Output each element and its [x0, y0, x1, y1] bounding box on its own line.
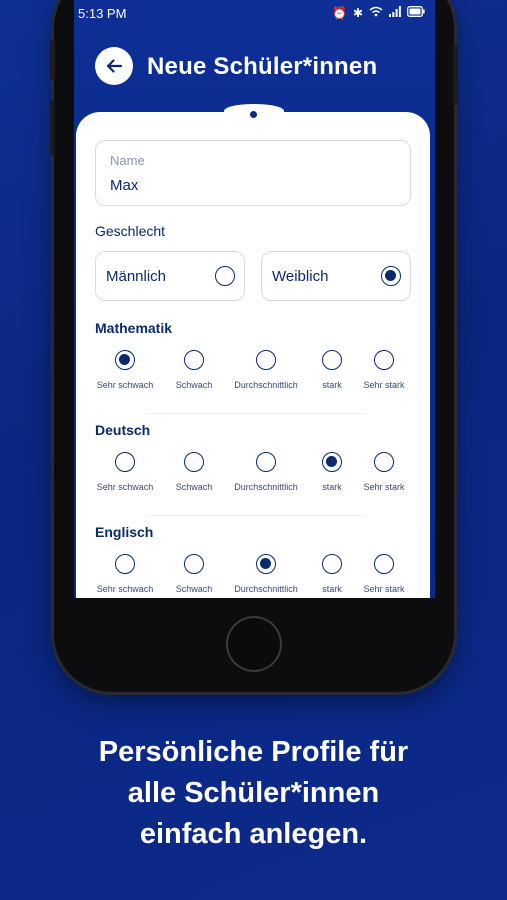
- gender-option-female[interactable]: Weiblich: [261, 251, 411, 301]
- battery-icon: [407, 6, 425, 20]
- form-card: Name Max Geschlecht Männlich Weiblich Ma…: [76, 104, 430, 598]
- rating-radio[interactable]: [374, 554, 394, 574]
- rating-option-label: Sehr stark: [363, 380, 405, 390]
- name-field[interactable]: Name Max: [95, 140, 411, 206]
- rating-radio[interactable]: [374, 452, 394, 472]
- marketing-caption: Persönliche Profile für alle Schüler*inn…: [0, 732, 507, 855]
- radio-male[interactable]: [215, 266, 235, 286]
- signal-icon: [389, 6, 401, 20]
- rating-option-label: Sehr stark: [363, 482, 405, 492]
- gender-label: Geschlecht: [95, 223, 166, 239]
- radio-female[interactable]: [381, 266, 401, 286]
- caption-line: alle Schüler*innen: [127, 777, 380, 809]
- status-time: 5:13 PM: [78, 6, 127, 21]
- rating-radio[interactable]: [115, 554, 135, 574]
- page-title: Neue Schüler*innen: [147, 53, 378, 80]
- gender-option-label: Weiblich: [272, 268, 329, 285]
- wifi-icon: [369, 6, 383, 20]
- notch-dot: [250, 111, 257, 118]
- subject-label: Englisch: [95, 524, 154, 540]
- rating-radio[interactable]: [374, 350, 394, 370]
- home-button[interactable]: [226, 616, 282, 672]
- rating-radio[interactable]: [322, 554, 342, 574]
- back-button[interactable]: [95, 47, 133, 85]
- status-bar: 5:13 PM ⏰ ✱: [74, 6, 435, 26]
- status-icons: ⏰ ✱: [332, 6, 425, 20]
- rating-radio[interactable]: [115, 350, 135, 370]
- power-button: [453, 45, 458, 105]
- caption-line: einfach anlegen.: [139, 818, 368, 850]
- alarm-icon: ⏰: [331, 6, 347, 20]
- name-field-value[interactable]: Max: [110, 177, 138, 194]
- rating-radio[interactable]: [184, 452, 204, 472]
- phone-frame: 5:13 PM ⏰ ✱ Neue Schüler*innen Name Max …: [50, 0, 458, 692]
- caption-line: Persönliche Profile für: [98, 736, 409, 768]
- rating-radio[interactable]: [256, 554, 276, 574]
- mute-switch: [50, 40, 55, 80]
- subject-label: Deutsch: [95, 422, 151, 438]
- row-divider: [146, 413, 366, 414]
- gender-option-male[interactable]: Männlich: [95, 251, 245, 301]
- gender-option-label: Männlich: [106, 268, 167, 285]
- volume-button: [50, 100, 55, 155]
- rating-radio[interactable]: [322, 452, 342, 472]
- rating-option-label: Sehr stark: [363, 584, 405, 594]
- rating-radio[interactable]: [322, 350, 342, 370]
- rating-radio[interactable]: [256, 452, 276, 472]
- phone-screen: 5:13 PM ⏰ ✱ Neue Schüler*innen Name Max …: [74, 0, 435, 598]
- rating-radio[interactable]: [184, 554, 204, 574]
- arrow-left-icon: [106, 59, 123, 73]
- rating-radio[interactable]: [115, 452, 135, 472]
- row-divider: [146, 515, 366, 516]
- rating-radio[interactable]: [184, 350, 204, 370]
- subject-label: Mathematik: [95, 320, 173, 336]
- rating-radio[interactable]: [256, 350, 276, 370]
- name-field-label: Name: [110, 153, 145, 168]
- bluetooth-icon: ✱: [352, 6, 363, 20]
